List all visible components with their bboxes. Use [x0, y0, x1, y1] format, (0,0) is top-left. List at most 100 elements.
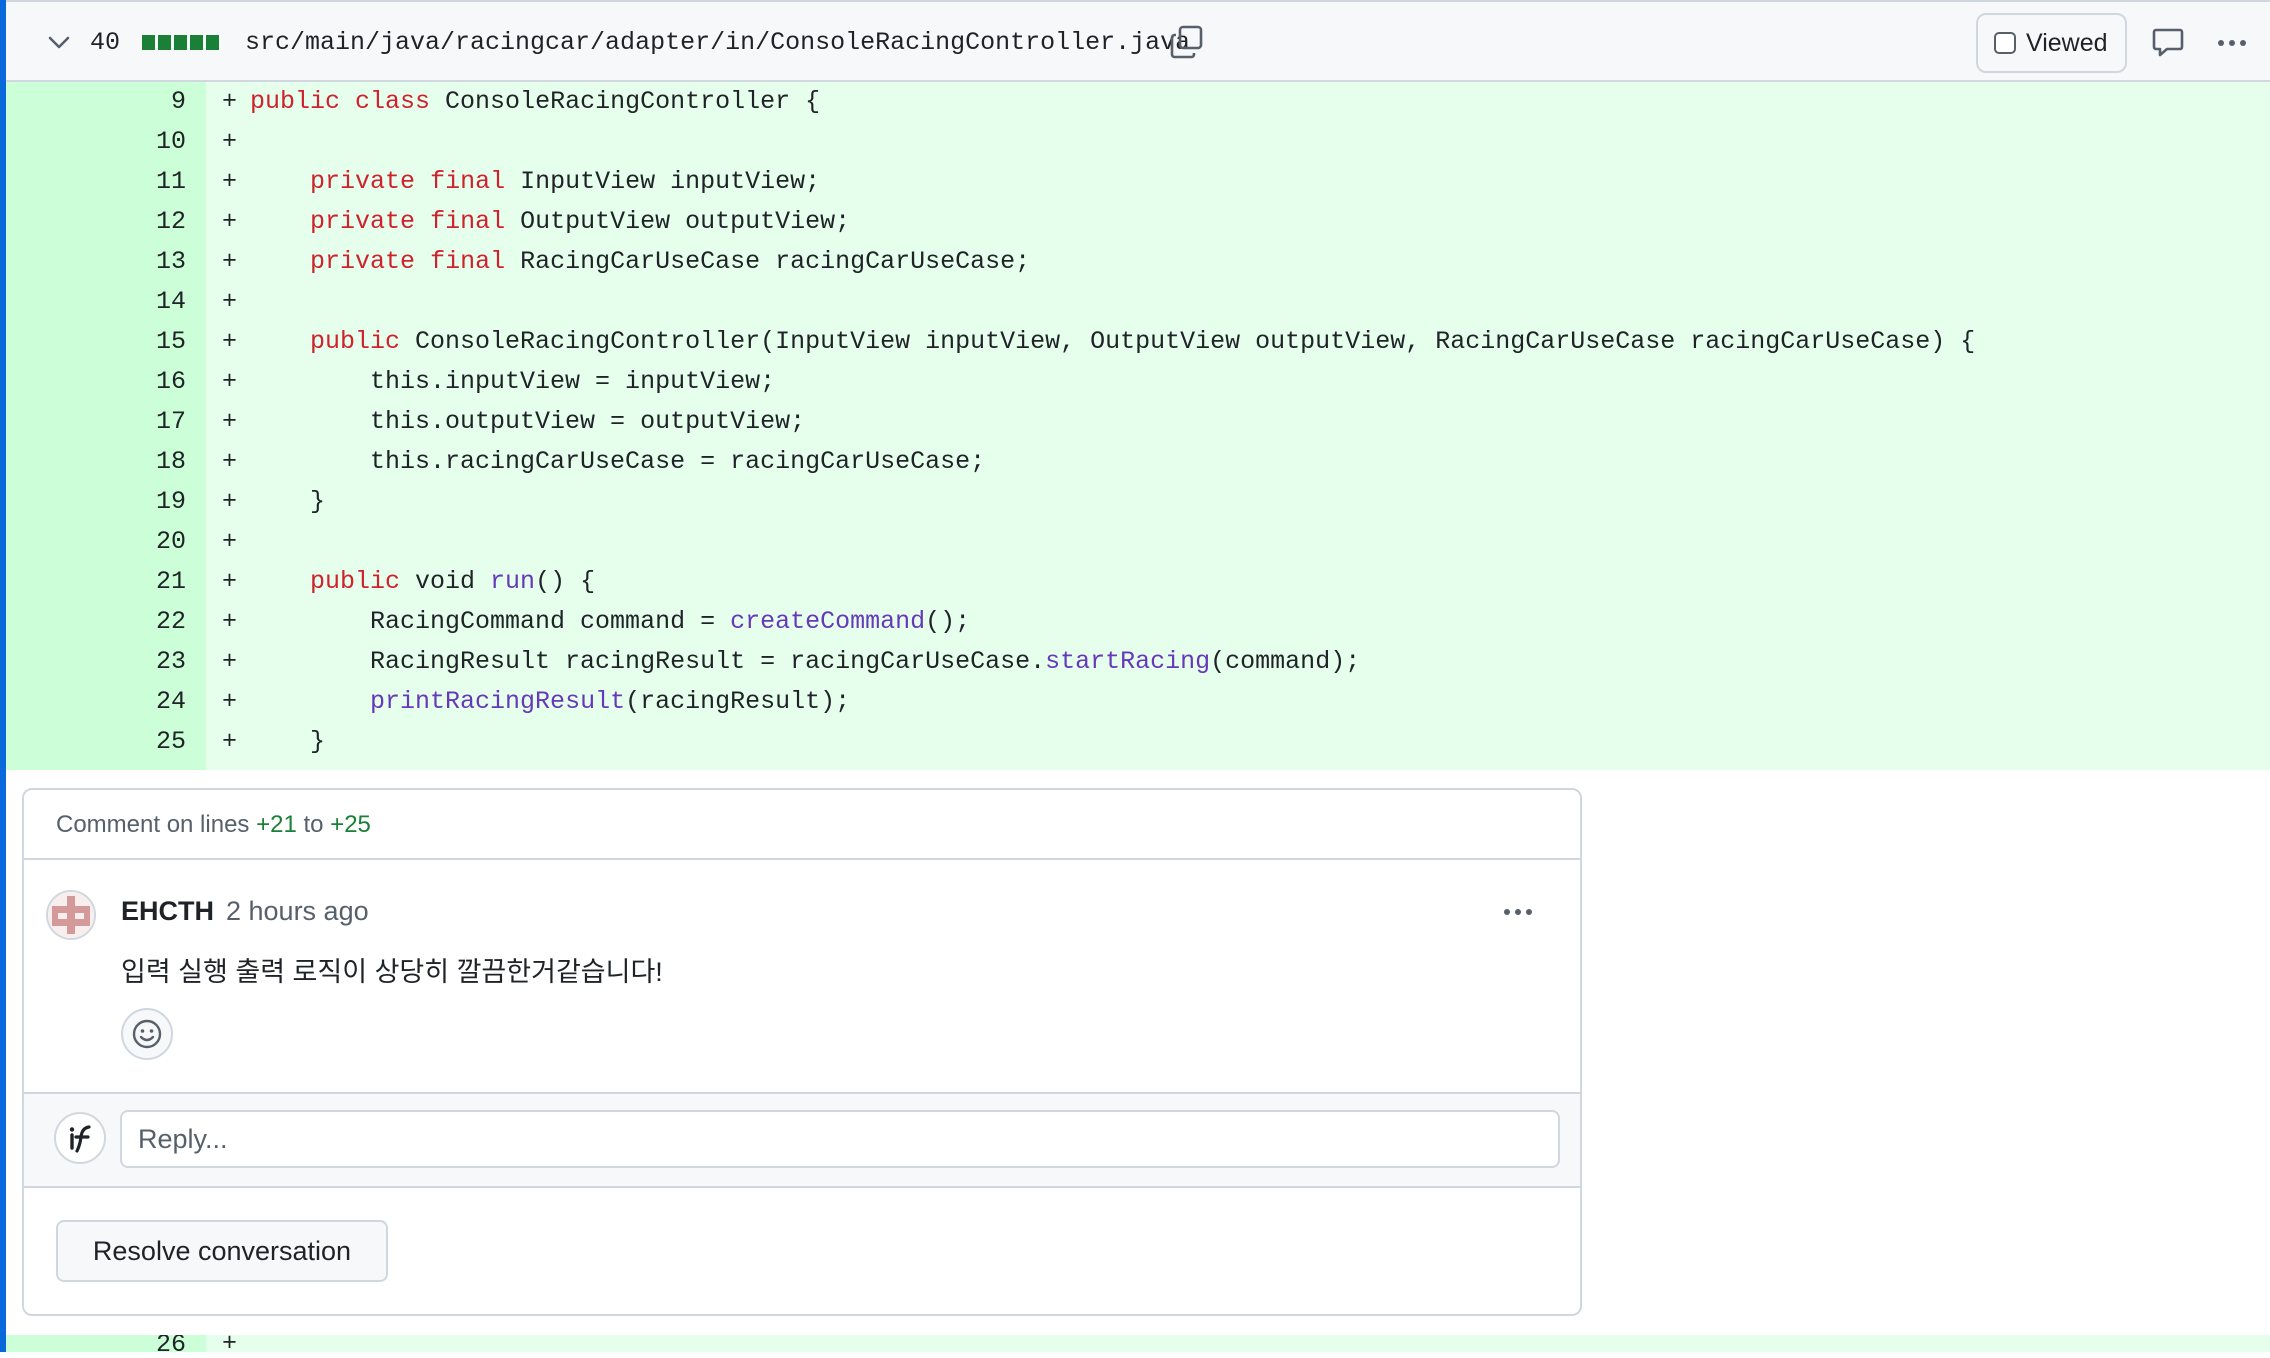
line-number[interactable]: 9	[6, 82, 186, 122]
addition-marker: +	[222, 527, 238, 556]
code-token: this.inputView = inputView;	[250, 367, 776, 396]
code-keyword: final	[430, 167, 506, 196]
diff-line-count: 40	[90, 28, 121, 57]
comment-author[interactable]: EHCTH	[121, 896, 214, 927]
review-thread: Comment on lines +21 to +25 EHCTH 2 hour…	[22, 788, 1582, 1316]
line-number-gutter: 26	[6, 1335, 206, 1352]
diff-line: 12 + private final OutputView outputView;	[6, 202, 2270, 242]
line-number[interactable]: 25	[6, 722, 186, 762]
line-end-ref[interactable]: +25	[330, 811, 371, 838]
code-keyword: private	[310, 167, 416, 196]
code-line: this.racingCarUseCase = racingCarUseCase…	[250, 442, 985, 482]
line-number[interactable]: 12	[6, 202, 186, 242]
code-line: public void run() {	[250, 562, 595, 602]
diff-hunk-continued: 26 +	[6, 1329, 2270, 1358]
addition-marker: +	[222, 127, 238, 156]
kebab-menu-icon[interactable]	[2212, 26, 2252, 60]
diffstat-block	[174, 35, 187, 50]
diff-line: 14 +	[6, 282, 2270, 322]
line-number[interactable]: 24	[6, 682, 186, 722]
diff-line: 11 + private final InputView inputView;	[6, 162, 2270, 202]
viewed-checkbox[interactable]	[1994, 32, 2016, 54]
avatar[interactable]	[46, 890, 96, 940]
code-token: RacingResult racingResult = racingCarUse…	[250, 647, 1046, 676]
line-number[interactable]: 15	[6, 322, 186, 362]
code-token: this.outputView = outputView;	[250, 407, 806, 436]
copy-icon[interactable]	[1169, 24, 1205, 60]
line-number[interactable]: 14	[6, 282, 186, 322]
line-number[interactable]: 19	[6, 482, 186, 522]
line-number[interactable]: 18	[6, 442, 186, 482]
resolve-conversation-button[interactable]: Resolve conversation	[56, 1220, 388, 1282]
code-keyword: public	[310, 327, 401, 356]
addition-marker: +	[222, 407, 238, 436]
line-number[interactable]: 26	[156, 1335, 186, 1352]
comment-timestamp[interactable]: 2 hours ago	[226, 896, 369, 927]
code-keyword: public	[310, 567, 401, 596]
code-line: this.inputView = inputView;	[250, 362, 775, 402]
code-token: RacingCommand command =	[250, 607, 731, 636]
diff-line: 22 + RacingCommand command = createComman…	[6, 602, 2270, 642]
code-keyword: public	[250, 87, 341, 116]
addition-marker: +	[222, 607, 238, 636]
file-header: 40 src/main/java/racingcar/adapter/in/Co…	[6, 0, 2270, 82]
addition-marker: +	[222, 327, 238, 356]
addition-marker: +	[222, 207, 238, 236]
code-keyword: final	[430, 207, 506, 236]
diff-line: 15 + public ConsoleRacingController(Input…	[6, 322, 2270, 362]
code-line: this.outputView = outputView;	[250, 402, 805, 442]
viewed-toggle[interactable]: Viewed	[1976, 13, 2127, 73]
diff-line: 20 +	[6, 522, 2270, 562]
code-line: public class ConsoleRacingController {	[250, 82, 820, 122]
code-function: printRacingResult	[370, 687, 626, 716]
line-number[interactable]: 23	[6, 642, 186, 682]
code-token: (racingResult);	[625, 687, 851, 716]
addition-marker: +	[222, 287, 238, 316]
thread-header-prefix: Comment on lines	[56, 811, 257, 838]
code-token: void	[400, 567, 491, 596]
diffstat-block	[142, 35, 155, 50]
line-number[interactable]: 13	[6, 242, 186, 282]
line-number[interactable]: 16	[6, 362, 186, 402]
diff-line: 17 + this.outputView = outputView;	[6, 402, 2270, 442]
viewed-label: Viewed	[2026, 28, 2108, 57]
line-number[interactable]: 10	[6, 122, 186, 162]
kebab-menu-icon[interactable]	[1504, 902, 1544, 922]
thread-header-text: Comment on lines +21 to +25	[56, 811, 371, 839]
code-line: }	[250, 482, 325, 522]
addition-marker: +	[222, 447, 238, 476]
file-path-link[interactable]: src/main/java/racingcar/adapter/in/Conso…	[245, 26, 1190, 60]
code-keyword: private	[310, 247, 416, 276]
code-line: }	[250, 722, 325, 762]
diff-line: 13 + private final RacingCarUseCase racin…	[6, 242, 2270, 282]
to-word: to	[296, 811, 331, 838]
code-token: RacingCarUseCase racingCarUseCase;	[505, 247, 1031, 276]
code-keyword: final	[430, 247, 506, 276]
diff-hunk: 9 + public class ConsoleRacingController {…	[6, 82, 2270, 770]
addition-marker: +	[222, 367, 238, 396]
line-number[interactable]: 22	[6, 602, 186, 642]
line-number[interactable]: 11	[6, 162, 186, 202]
diffstat-block	[190, 35, 203, 50]
line-number[interactable]: 17	[6, 402, 186, 442]
code-line: RacingResult racingResult = racingCarUse…	[250, 642, 1360, 682]
addition-marker: +	[222, 647, 238, 676]
reply-input[interactable]	[120, 1110, 1560, 1168]
line-start-ref[interactable]: +21	[256, 811, 297, 838]
line-number[interactable]: 20	[6, 522, 186, 562]
chevron-down-icon[interactable]	[44, 28, 74, 58]
code-token: ConsoleRacingController {	[430, 87, 821, 116]
comment-icon[interactable]	[2150, 24, 2186, 60]
addition-marker: +	[222, 727, 238, 756]
line-number[interactable]: 21	[6, 562, 186, 602]
smiley-icon[interactable]	[121, 1008, 173, 1060]
